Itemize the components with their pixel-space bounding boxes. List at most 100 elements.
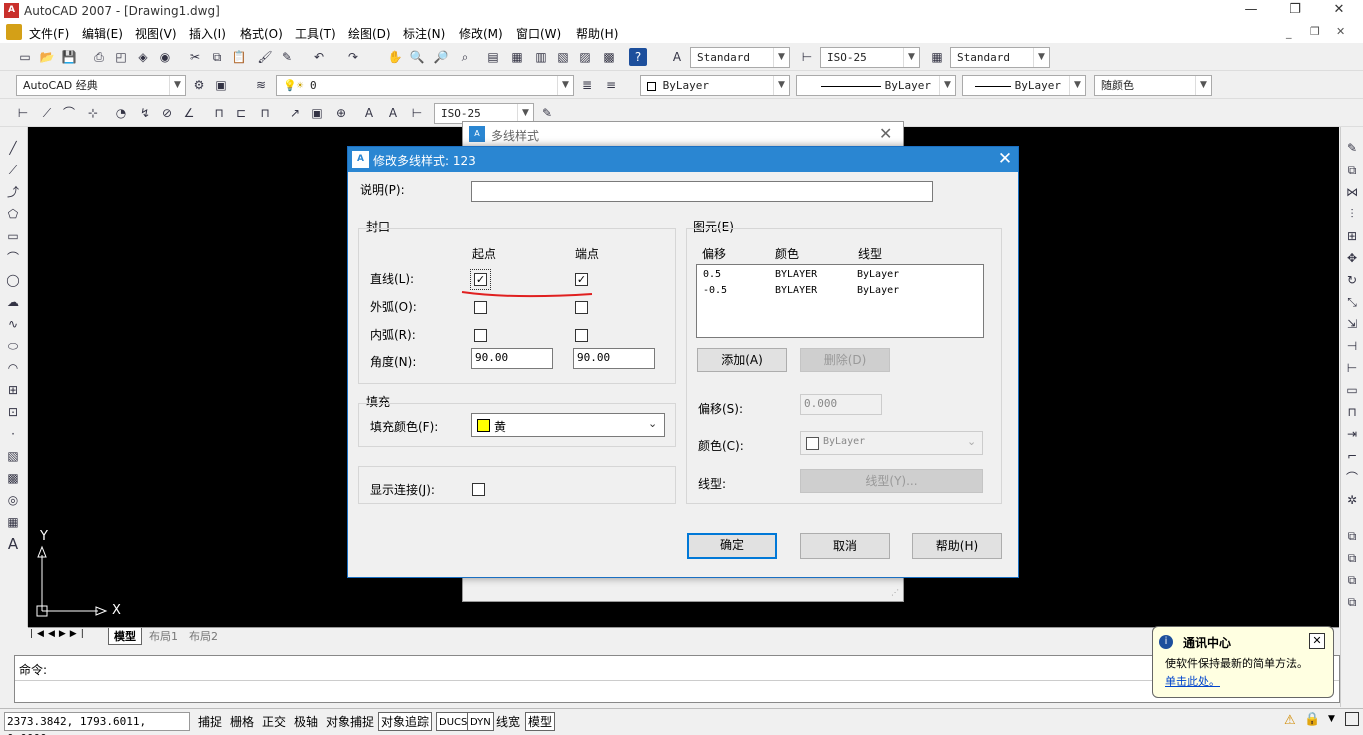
polyline-icon[interactable]: ⤴ <box>4 183 22 201</box>
erase-icon[interactable]: ✎ <box>1343 139 1361 157</box>
calculator-icon[interactable]: ▩ <box>600 48 618 66</box>
leader-icon[interactable]: ↗ <box>286 104 304 122</box>
revision-cloud-icon[interactable]: ☁ <box>4 293 22 311</box>
color-select[interactable]: ByLayer ⌄ <box>800 431 983 455</box>
balloon-link[interactable]: 单击此处。 <box>1165 673 1220 689</box>
layer-manager-icon[interactable]: ≋ <box>252 76 270 94</box>
description-field[interactable] <box>471 181 933 202</box>
point-icon[interactable]: · <box>4 425 22 443</box>
cut-icon[interactable]: ✂ <box>186 48 204 66</box>
properties-icon[interactable]: ▤ <box>484 48 502 66</box>
mirror-icon[interactable]: ⋈ <box>1343 183 1361 201</box>
move-icon[interactable]: ✥ <box>1343 249 1361 267</box>
aligned-dim-icon[interactable]: ⟋ <box>38 104 56 122</box>
copy-object-icon[interactable]: ⧉ <box>1343 161 1361 179</box>
close-icon[interactable]: ✕ <box>992 148 1018 171</box>
ortho-toggle[interactable]: 正交 <box>259 712 289 731</box>
menu-draw[interactable]: 绘图(D) <box>348 25 391 42</box>
dim-update-icon[interactable]: ⊢ <box>408 104 426 122</box>
pan-icon[interactable]: ✋ <box>386 48 404 66</box>
construction-line-icon[interactable]: ⟋ <box>4 161 22 179</box>
scale-icon[interactable]: ⤡ <box>1343 293 1361 311</box>
multiline-text-icon[interactable]: A <box>4 535 22 553</box>
baseline-dim-icon[interactable]: ⊏ <box>232 104 250 122</box>
gradient-icon[interactable]: ▩ <box>4 469 22 487</box>
open-icon[interactable]: 📂 <box>38 48 56 66</box>
osnap-toggle[interactable]: 对象捕捉 <box>323 712 377 731</box>
undo-icon[interactable]: ↶ <box>310 48 328 66</box>
hatch-icon[interactable]: ▧ <box>4 447 22 465</box>
center-mark-icon[interactable]: ⊕ <box>332 104 350 122</box>
add-button[interactable]: 添加(A) <box>697 348 787 372</box>
rotate-icon[interactable]: ↻ <box>1343 271 1361 289</box>
doc-close-icon[interactable]: ✕ <box>1336 25 1345 38</box>
angular-dim-icon[interactable]: ∠ <box>180 104 198 122</box>
list-item[interactable]: 0.5 BYLAYER ByLayer <box>697 267 983 283</box>
status-menu-chevron-icon[interactable]: ▼ <box>1328 714 1335 724</box>
list-item[interactable]: -0.5 BYLAYER ByLayer <box>697 283 983 299</box>
menu-file[interactable]: 文件(F) <box>29 25 69 42</box>
menu-insert[interactable]: 插入(I) <box>189 25 226 42</box>
otrack-toggle[interactable]: 对象追踪 <box>378 712 433 731</box>
trim-icon[interactable]: ⊣ <box>1343 337 1361 355</box>
model-toggle[interactable]: 模型 <box>525 712 556 731</box>
redo-icon[interactable]: ↷ <box>344 48 362 66</box>
arc-length-icon[interactable]: ⌒ <box>60 104 78 122</box>
help-button[interactable]: 帮助(H) <box>912 533 1002 559</box>
close-icon[interactable]: ✕ <box>1316 0 1362 22</box>
text-style-icon[interactable]: A <box>668 48 686 66</box>
dim-style-select[interactable]: ISO-25 ▼ <box>820 47 920 68</box>
3d-dwf-icon[interactable]: ◉ <box>156 48 174 66</box>
linetype-select[interactable]: ByLayer ▼ <box>796 75 956 96</box>
ducs-toggle[interactable]: DUCS <box>436 712 471 731</box>
outer-arc-start-checkbox[interactable] <box>474 301 487 314</box>
draw-order-above-icon[interactable]: ⧉ <box>1343 593 1361 611</box>
tool-palettes-icon[interactable]: ▥ <box>532 48 550 66</box>
menu-dimension[interactable]: 标注(N) <box>403 25 445 42</box>
block-editor-icon[interactable]: ✎ <box>278 48 296 66</box>
maximize-icon[interactable]: ❐ <box>1272 0 1318 22</box>
quick-dim-icon[interactable]: ⊓ <box>210 104 228 122</box>
send-back-icon[interactable]: ⧉ <box>1343 571 1361 589</box>
table-icon[interactable]: ▦ <box>4 513 22 531</box>
design-center-icon[interactable]: ▦ <box>508 48 526 66</box>
break-point-icon[interactable]: ▭ <box>1343 381 1361 399</box>
cancel-button[interactable]: 取消 <box>800 533 890 559</box>
linetype-button[interactable]: 线型(Y)... <box>800 469 983 493</box>
linear-dim-icon[interactable]: ⊢ <box>14 104 32 122</box>
fillet-icon[interactable]: ⌒ <box>1343 469 1361 487</box>
workspace-select[interactable]: AutoCAD 经典 ▼ <box>16 75 186 96</box>
inner-arc-start-checkbox[interactable] <box>474 329 487 342</box>
insert-block-icon[interactable]: ⊞ <box>4 381 22 399</box>
text-style-select[interactable]: Standard ▼ <box>690 47 790 68</box>
chamfer-icon[interactable]: ⌐ <box>1343 447 1361 465</box>
join-icon[interactable]: ⇥ <box>1343 425 1361 443</box>
preview-icon[interactable]: ◰ <box>112 48 130 66</box>
paste-icon[interactable]: 📋 <box>230 48 248 66</box>
menu-modify[interactable]: 修改(M) <box>459 25 503 42</box>
layer-select[interactable]: 💡☀ 0 ▼ <box>276 75 574 96</box>
workspace-save-icon[interactable]: ▣ <box>212 76 230 94</box>
doc-minimize-icon[interactable]: _ <box>1286 26 1292 39</box>
offset-field[interactable]: 0.000 <box>800 394 882 415</box>
autocad-icon[interactable]: A <box>4 3 19 18</box>
jogged-dim-icon[interactable]: ↯ <box>136 104 154 122</box>
break-icon[interactable]: ⊓ <box>1343 403 1361 421</box>
tab-model[interactable]: 模型 <box>108 628 142 645</box>
new-icon[interactable]: ▭ <box>16 48 34 66</box>
lock-icon[interactable]: 🔒 <box>1304 712 1320 727</box>
save-icon[interactable]: 💾 <box>60 48 78 66</box>
document-icon[interactable] <box>6 24 22 40</box>
inner-arc-end-checkbox[interactable] <box>575 329 588 342</box>
polygon-icon[interactable]: ⬠ <box>4 205 22 223</box>
zoom-window-icon[interactable]: 🔎 <box>432 48 450 66</box>
coordinates-display[interactable]: 2373.3842, 1793.6011, 0.0000 <box>4 712 190 735</box>
snap-toggle[interactable]: 捕捉 <box>195 712 225 731</box>
workspace-settings-icon[interactable]: ⚙ <box>190 76 208 94</box>
make-current-layer-icon[interactable]: ≣ <box>578 76 596 94</box>
clean-screen-icon[interactable] <box>1345 712 1359 726</box>
ellipse-arc-icon[interactable]: ◠ <box>4 359 22 377</box>
continue-dim-icon[interactable]: ⊓ <box>256 104 274 122</box>
minimize-icon[interactable]: — <box>1228 0 1274 22</box>
menu-view[interactable]: 视图(V) <box>135 25 177 42</box>
